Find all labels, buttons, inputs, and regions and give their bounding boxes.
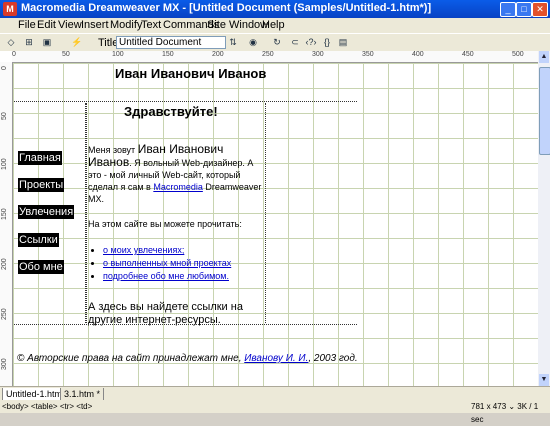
nav-cell[interactable]: Главная Проекты Увлечения Ссылки Обо мне <box>14 103 86 323</box>
menu-text[interactable]: Text <box>141 19 161 31</box>
nav-projects[interactable]: Проекты <box>18 178 65 192</box>
refresh-icon[interactable]: ↻ <box>270 36 284 48</box>
list-item: о моих увлечениях; <box>103 245 231 255</box>
topics-list: о моих увлечениях; о выполненных мной пр… <box>95 245 231 284</box>
vertical-ruler: 0 50 100 150 200 250 300 <box>0 62 13 386</box>
menu-help[interactable]: Help <box>262 19 285 31</box>
live-data-icon[interactable]: ⚡ <box>70 36 84 48</box>
nav-links[interactable]: Ссылки <box>18 233 59 247</box>
document-title-input[interactable] <box>116 36 226 49</box>
menu-file[interactable]: File <box>18 19 36 31</box>
can-read-text: На этом сайте вы можете прочитать: <box>88 219 242 229</box>
author-link[interactable]: Иванову И. И. <box>244 353 308 364</box>
design-view[interactable]: 0 50 100 150 200 250 300 350 400 450 500… <box>0 51 550 386</box>
menu-edit[interactable]: Edit <box>37 19 56 31</box>
header-cell[interactable]: Иван Иванович Иванов <box>14 63 357 102</box>
table-divider <box>14 324 357 325</box>
window-size-info[interactable]: 781 x 473 ⌄ 3K / 1 sec <box>471 400 550 426</box>
minimize-button[interactable]: _ <box>500 2 516 17</box>
macromedia-link[interactable]: Macromedia <box>153 182 203 192</box>
menu-view[interactable]: View <box>58 19 82 31</box>
intro-paragraph: Меня зовут Иван Иванович Иванов. Я вольн… <box>88 142 262 204</box>
maximize-button[interactable]: □ <box>516 2 532 17</box>
list-item: о выполненных мной проектах <box>103 258 231 268</box>
status-bar: <body> <table> <tr> <td> 781 x 473 ⌄ 3K … <box>0 400 550 424</box>
nav-hobbies[interactable]: Увлечения <box>18 205 75 219</box>
tag-selector[interactable]: <body> <table> <tr> <td> <box>2 400 92 413</box>
scroll-up-icon[interactable]: ▲ <box>539 51 549 63</box>
view-options-icon[interactable]: ▤ <box>336 36 350 48</box>
code-view-icon[interactable]: ◇ <box>4 36 18 48</box>
about-link[interactable]: подробнее обо мне любимом. <box>103 271 229 281</box>
list-item: подробнее обо мне любимом. <box>103 271 231 281</box>
menu-modify[interactable]: Modify <box>110 19 142 31</box>
reference-icon[interactable]: ⊂ <box>288 36 302 48</box>
nav-home[interactable]: Главная <box>18 151 62 165</box>
braces-icon[interactable]: {} <box>320 36 334 48</box>
greeting-heading: Здравствуйте! <box>124 104 218 119</box>
close-button[interactable]: ✕ <box>532 2 548 17</box>
code-navigation-icon[interactable]: ‹?› <box>304 36 318 48</box>
main-cell[interactable]: Здравствуйте! Меня зовут Иван Иванович И… <box>86 103 266 326</box>
horizontal-ruler: 0 50 100 150 200 250 300 350 400 450 500 <box>12 51 538 63</box>
hobbies-link[interactable]: о моих увлечениях; <box>103 245 184 255</box>
split-view-icon[interactable]: ⊞ <box>22 36 36 48</box>
document-tabs: Untitled-1.htm * 3.1.htm * <box>0 386 550 401</box>
dreamweaver-icon: M <box>3 2 17 16</box>
menu-bar: File Edit View Insert Modify Text Comman… <box>0 18 550 33</box>
file-management-icon[interactable]: ⇅ <box>226 36 240 48</box>
scroll-down-icon[interactable]: ▼ <box>539 374 549 386</box>
menu-insert[interactable]: Insert <box>81 19 109 31</box>
projects-link[interactable]: о выполненных мной проектах <box>103 258 231 268</box>
menu-site[interactable]: Site <box>207 19 226 31</box>
title-bar: M Macromedia Dreamweaver MX - [Untitled … <box>0 0 550 18</box>
design-view-icon[interactable]: ▣ <box>40 36 54 48</box>
copyright-text: © Авторские права на сайт принадлежат мн… <box>17 353 358 364</box>
window-title: Macromedia Dreamweaver MX - [Untitled Do… <box>21 2 432 14</box>
vertical-scrollbar[interactable]: ▲ ▼ <box>538 51 550 386</box>
page-author-name: Иван Иванович Иванов <box>115 66 267 81</box>
preview-icon[interactable]: ◉ <box>246 36 260 48</box>
document-toolbar: ◇ ⊞ ▣ ⚡ Title: ⇅ ◉ ↻ ⊂ ‹?› {} ▤ <box>0 33 550 52</box>
scroll-thumb[interactable] <box>539 67 550 155</box>
nav-about[interactable]: Обо мне <box>18 260 64 274</box>
